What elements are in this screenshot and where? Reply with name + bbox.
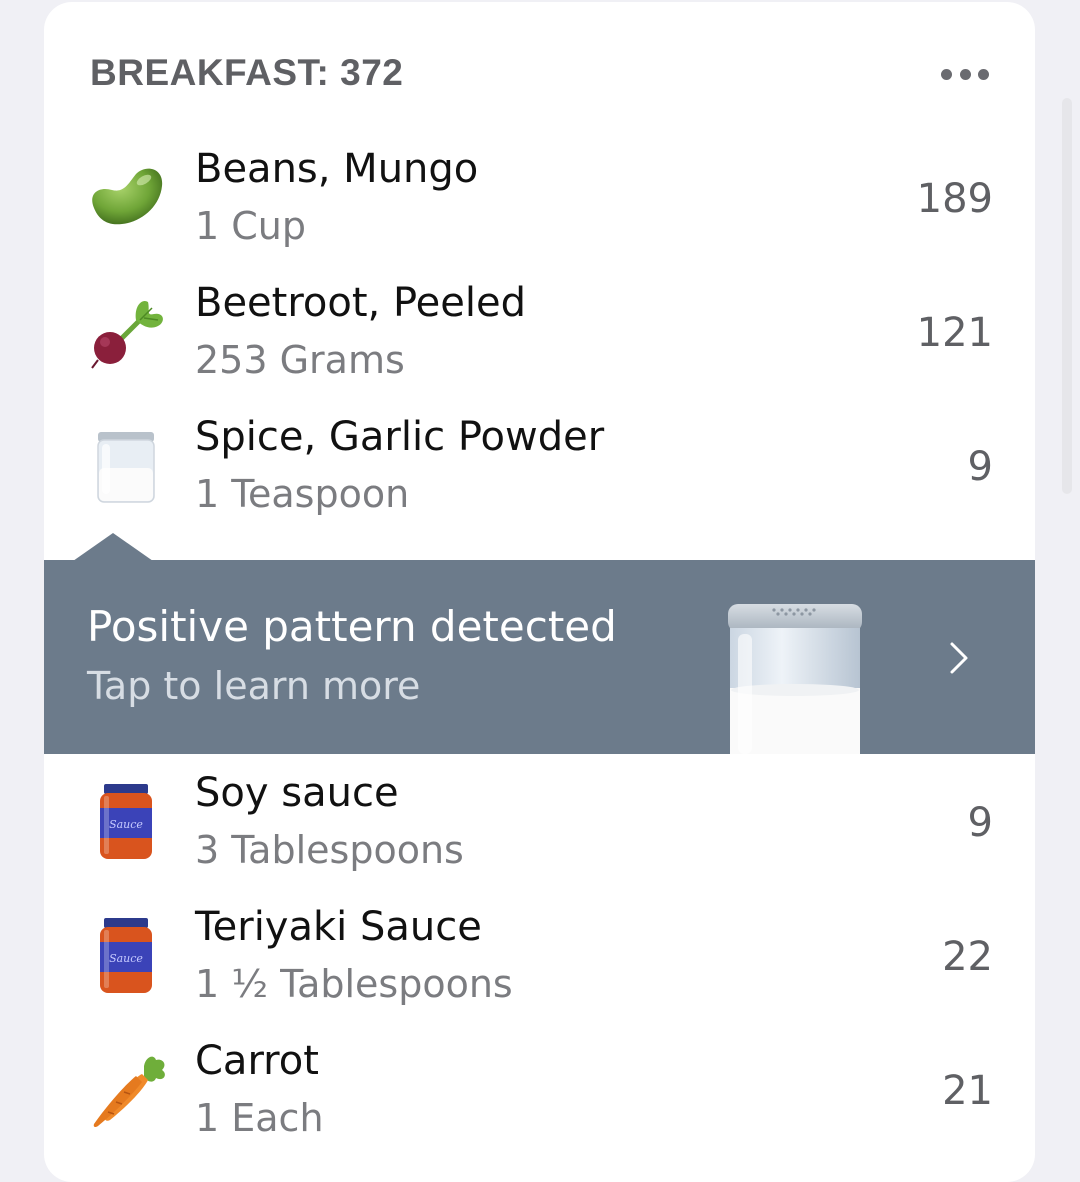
sauce-label: Sauce: [109, 818, 143, 831]
banner-title: Positive pattern detected: [87, 602, 617, 651]
food-amount: 1 Teaspoon: [195, 472, 410, 516]
food-calories: 22: [942, 934, 993, 980]
food-name: Soy sauce: [195, 770, 399, 816]
food-name: Carrot: [195, 1038, 319, 1084]
food-name: Beetroot, Peeled: [195, 280, 526, 326]
food-calories: 189: [916, 176, 993, 222]
food-amount: 1 Cup: [195, 204, 306, 248]
food-calories: 121: [916, 310, 993, 356]
food-item[interactable]: Beetroot, Peeled 253 Grams 121: [44, 268, 1035, 402]
food-name: Spice, Garlic Powder: [195, 414, 605, 460]
sauce-label: Sauce: [109, 952, 143, 965]
carrot-icon: [93, 1056, 165, 1128]
food-item[interactable]: Sauce Soy sauce 3 Tablespoons 9: [44, 758, 1035, 892]
food-item[interactable]: Spice, Garlic Powder 1 Teaspoon 9: [44, 402, 1035, 536]
meal-title: BREAKFAST: 372: [90, 52, 404, 93]
food-amount: 3 Tablespoons: [195, 828, 464, 872]
food-amount: 1 Each: [195, 1096, 324, 1140]
spice-jar-icon: [728, 604, 862, 754]
sauce-jar-icon: Sauce: [100, 918, 152, 993]
food-item[interactable]: Carrot 1 Each 21: [44, 1026, 1035, 1160]
meal-header: BREAKFAST: 372: [90, 52, 989, 96]
mung-bean-icon: [92, 168, 163, 225]
more-dot-icon: [941, 68, 952, 80]
scrollbar[interactable]: [1062, 98, 1072, 494]
banner-pointer: [73, 533, 153, 561]
food-amount: 253 Grams: [195, 338, 405, 382]
insight-banner[interactable]: Positive pattern detected Tap to learn m…: [44, 560, 1035, 754]
food-item[interactable]: Beans, Mungo 1 Cup 189: [44, 134, 1035, 268]
food-calories: 21: [942, 1068, 993, 1114]
banner-subtitle: Tap to learn more: [87, 664, 421, 708]
food-name: Beans, Mungo: [195, 146, 479, 192]
sauce-jar-icon: Sauce: [100, 784, 152, 859]
food-item[interactable]: Sauce Teriyaki Sauce 1 ½ Tablespoons 22: [44, 892, 1035, 1026]
food-calories: 9: [967, 800, 993, 846]
more-dot-icon: [978, 68, 989, 80]
spice-jar-icon: [97, 432, 155, 503]
food-calories: 9: [967, 444, 993, 490]
beetroot-icon: [91, 300, 163, 369]
chevron-right-icon[interactable]: [940, 638, 980, 678]
food-name: Teriyaki Sauce: [195, 904, 482, 950]
more-dot-icon: [959, 68, 971, 80]
food-amount: 1 ½ Tablespoons: [195, 962, 513, 1006]
more-options-button[interactable]: [941, 56, 989, 92]
